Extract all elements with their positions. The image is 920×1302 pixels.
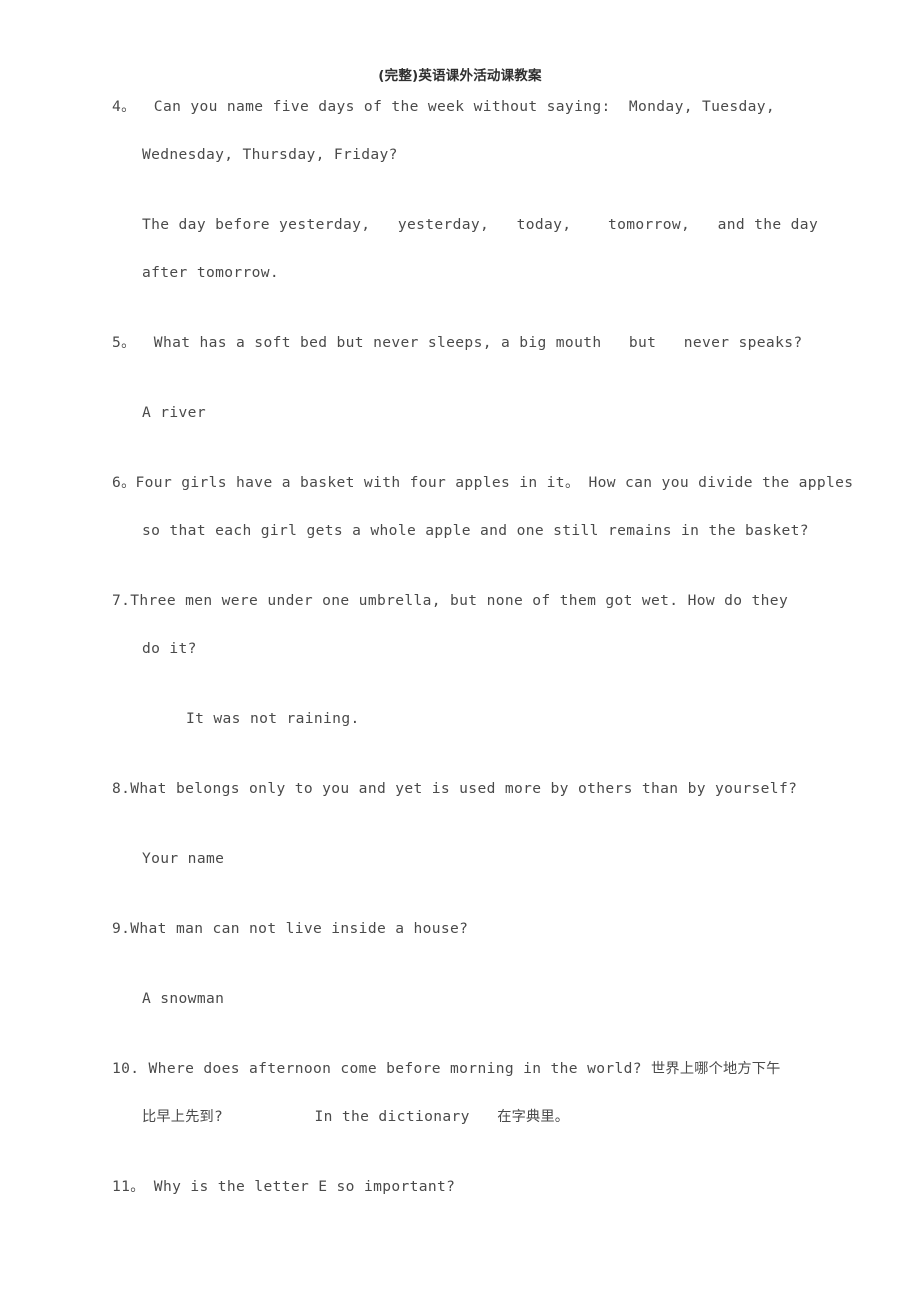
cjk-run: 。 (121, 335, 136, 351)
text-line: 7.Three men were under one umbrella, but… (0, 590, 920, 614)
text-line-a4-l1: The day before yesterday, yesterday, tod… (142, 216, 819, 233)
text-line-q4-l2: Wednesday, Thursday, Friday? (142, 146, 398, 163)
text-line-a9-l1: A snowman (142, 990, 225, 1007)
text-line-q4-l1: 4。 Can you name five days of the week wi… (112, 98, 776, 115)
text-line-q10-l1: 10. Where does afternoon come before mor… (112, 1060, 781, 1077)
cjk-run: 在字典里。 (497, 1109, 570, 1125)
text-line: Wednesday, Thursday, Friday? (0, 144, 920, 168)
text-line: 10. Where does afternoon come before mor… (0, 1058, 920, 1082)
text-line: 4。 Can you name five days of the week wi… (0, 96, 920, 120)
text-line-q9-l1: 9.What man can not live inside a house? (112, 920, 469, 937)
text-line: after tomorrow. (0, 262, 920, 286)
text-line: 比早上先到? In the dictionary 在字典里。 (0, 1106, 920, 1130)
text-line-q10-l2: 比早上先到? In the dictionary 在字典里。 (142, 1108, 570, 1125)
text-line-q6-l2: so that each girl gets a whole apple and… (142, 522, 809, 539)
cjk-run: 。 (121, 475, 136, 491)
text-line: A snowman (0, 988, 920, 1012)
text-line: Your name (0, 848, 920, 872)
text-line: so that each girl gets a whole apple and… (0, 520, 920, 544)
cjk-run: 比早上先到 (142, 1109, 214, 1125)
text-line: 5。 What has a soft bed but never sleeps,… (0, 332, 920, 356)
text-line-a4-l2: after tomorrow. (142, 264, 280, 281)
text-line: 9.What man can not live inside a house? (0, 918, 920, 942)
document-header-title: (完整)英语课外活动课教案 (378, 68, 542, 84)
text-line-q6-l1: 6。Four girls have a basket with four app… (112, 474, 854, 491)
document-page: (完整)英语课外活动课教案 4。 Can you name five days … (0, 0, 920, 1302)
cjk-run: 世界上哪个地方下午 (651, 1061, 781, 1077)
text-line: The day before yesterday, yesterday, tod… (0, 214, 920, 238)
cjk-run: 。 (130, 1179, 145, 1195)
text-line: 11。 Why is the letter E so important? (0, 1176, 920, 1200)
cjk-run: 。 (121, 99, 136, 115)
text-line: 8.What belongs only to you and yet is us… (0, 778, 920, 802)
text-line-q7-l1: 7.Three men were under one umbrella, but… (112, 592, 789, 609)
text-line-q5-l1: 5。 What has a soft bed but never sleeps,… (112, 334, 803, 351)
text-line: It was not raining. (0, 708, 920, 732)
text-line-a5-l1: A river (142, 404, 206, 421)
text-line-a8-l1: Your name (142, 850, 225, 867)
text-line: do it? (0, 638, 920, 662)
text-line-q7-l2: do it? (142, 640, 197, 657)
cjk-run: 。 (564, 475, 580, 491)
text-line-q11-l1: 11。 Why is the letter E so important? (112, 1178, 456, 1195)
text-line: 6。Four girls have a basket with four app… (0, 472, 920, 496)
text-line-a7-l1: It was not raining. (186, 710, 360, 727)
text-line: A river (0, 402, 920, 426)
text-line-q8-l1: 8.What belongs only to you and yet is us… (112, 780, 798, 797)
